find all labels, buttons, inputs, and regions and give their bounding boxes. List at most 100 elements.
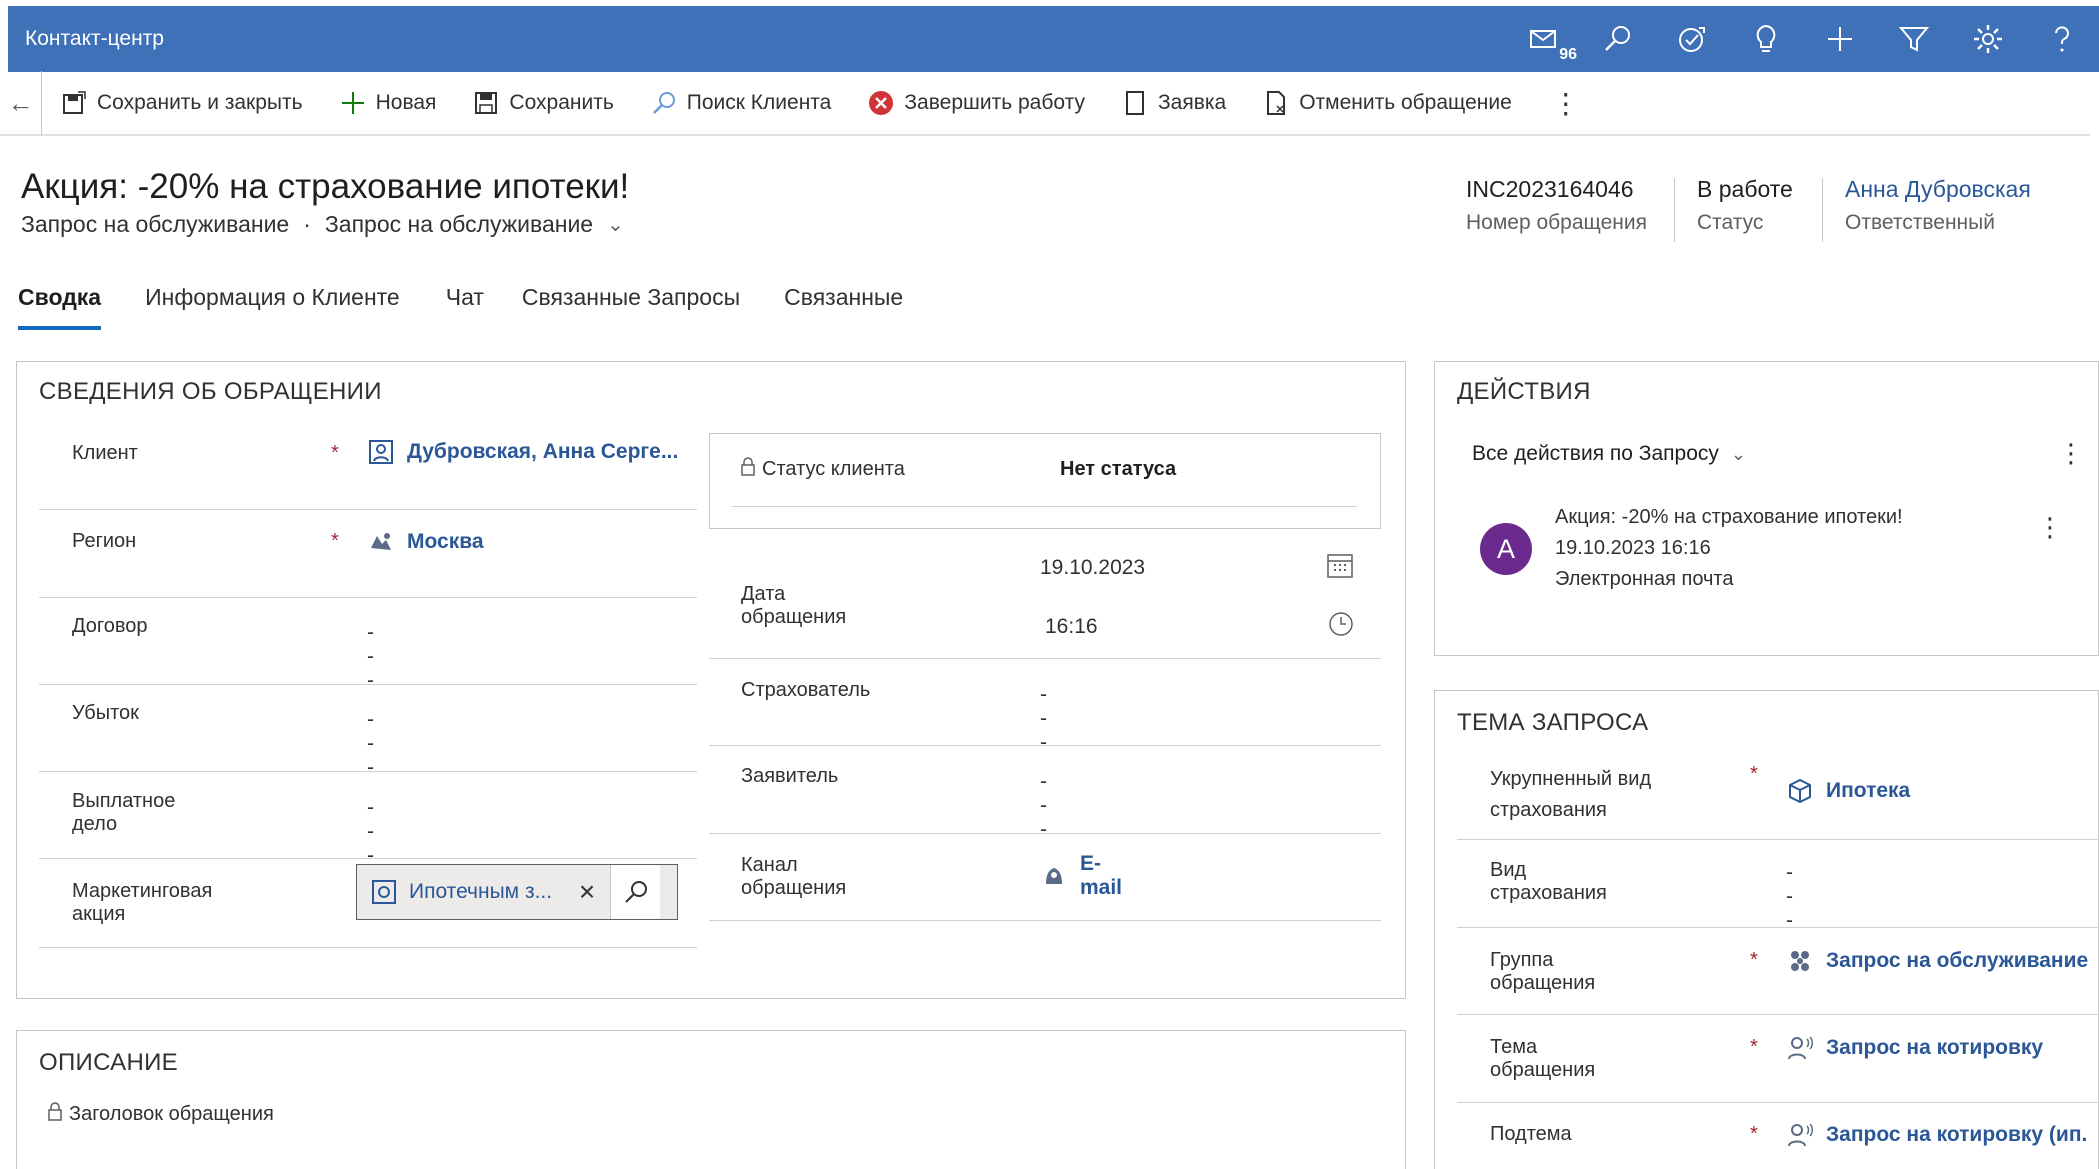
actions-filter[interactable]: Все действия по Запросу ⌄ xyxy=(1472,442,1746,466)
map-icon xyxy=(367,528,395,556)
actions-title: ДЕЙСТВИЯ xyxy=(1457,378,1591,405)
divider xyxy=(39,858,697,859)
header-divider xyxy=(1674,178,1675,242)
chevron-down-icon[interactable]: ⌄ xyxy=(607,212,624,237)
plus-icon[interactable] xyxy=(1803,6,1877,72)
clear-icon[interactable]: × xyxy=(564,865,610,919)
divider xyxy=(1457,1014,2099,1015)
divider xyxy=(1457,927,2099,928)
subtopic-label: Подтема xyxy=(1490,1123,1572,1145)
loss-value[interactable]: --- xyxy=(367,708,374,780)
tab-related-requests[interactable]: Связанные Запросы xyxy=(522,284,740,330)
required-mark: * xyxy=(1750,1036,1758,1058)
client-label: Клиент xyxy=(72,442,138,464)
marketing-label: Маркетинговая акция xyxy=(72,880,213,925)
header-number-field: INC2023164046 Номер обращения xyxy=(1466,176,1647,235)
owner-link[interactable]: Анна Дубровская xyxy=(1845,176,2031,203)
channel-lookup-value[interactable]: E-mail xyxy=(1040,852,1122,900)
more-options-icon[interactable]: ⋮ xyxy=(2058,438,2084,469)
envelope-icon[interactable]: 96 xyxy=(1507,6,1581,72)
save-close-icon xyxy=(60,89,88,117)
search-icon[interactable] xyxy=(1581,6,1655,72)
client-status-label-wrap: Статус клиента xyxy=(740,456,905,482)
separator: · xyxy=(303,211,311,237)
lightbulb-icon[interactable] xyxy=(1729,6,1803,72)
contract-value[interactable]: --- xyxy=(367,621,374,693)
more-commands-button[interactable]: ⋮ xyxy=(1530,71,1602,135)
save-and-close-button[interactable]: Сохранить и закрыть xyxy=(42,71,321,135)
group-label: Группа обращения xyxy=(1490,949,1596,994)
plus-icon xyxy=(339,89,367,117)
status-label: Статус xyxy=(1697,211,1764,234)
new-button[interactable]: Новая xyxy=(321,71,455,135)
clock-icon[interactable] xyxy=(1327,610,1355,643)
marketing-lookup-field[interactable]: Ипотечным з... × xyxy=(356,864,678,920)
divider xyxy=(39,597,697,598)
help-icon[interactable] xyxy=(2025,6,2099,72)
group-icon xyxy=(1786,947,1814,975)
type-label: Вид страхования xyxy=(1490,859,1607,904)
insurer-label: Страхователь xyxy=(741,679,871,701)
tab-related[interactable]: Связанные xyxy=(784,284,903,330)
divider xyxy=(39,771,697,772)
tab-client-info[interactable]: Информация о Клиенте xyxy=(145,284,400,330)
finish-work-button[interactable]: Завершить работу xyxy=(849,71,1103,135)
search-client-button[interactable]: Поиск Клиента xyxy=(632,71,850,135)
tab-chat[interactable]: Чат xyxy=(446,284,484,330)
cube-icon xyxy=(1786,777,1814,805)
calendar-icon[interactable] xyxy=(1325,550,1355,585)
form-selector[interactable]: Запрос на обслуживание xyxy=(325,211,593,238)
owner-label: Ответственный xyxy=(1845,211,1995,234)
app-title[interactable]: Контакт-центр xyxy=(25,27,164,51)
divider xyxy=(39,947,697,948)
tab-summary[interactable]: Сводка xyxy=(18,284,102,330)
cancel-request-button[interactable]: Отменить обращение xyxy=(1244,71,1530,135)
divider xyxy=(39,684,697,685)
marketing-lookup-value[interactable]: Ипотечным з... xyxy=(409,880,564,904)
topic-title: ТЕМА ЗАПРОСА xyxy=(1457,709,1649,736)
kind-lookup-value[interactable]: Ипотека xyxy=(1786,777,1910,805)
command-bar: ← Сохранить и закрыть Новая Сохранить По… xyxy=(0,71,2090,136)
subject-label-wrap: Заголовок обращения xyxy=(47,1101,274,1127)
activity-date: 19.10.2023 16:16 xyxy=(1555,537,1711,559)
filter-icon[interactable] xyxy=(1877,6,1951,72)
tab-bar: Сводка Информация о Клиенте Чат Связанны… xyxy=(18,284,947,330)
client-lookup-value[interactable]: Дубровская, Анна Серге... xyxy=(367,438,678,466)
divider xyxy=(1457,1102,2099,1103)
region-lookup-value[interactable]: Москва xyxy=(367,528,484,556)
back-arrow-icon[interactable]: ← xyxy=(0,71,42,135)
subject-label: Тема обращения xyxy=(1490,1036,1596,1081)
record-subtitle: Запрос на обслуживание · Запрос на обслу… xyxy=(21,211,624,238)
actions-section: ДЕЙСТВИЯ Все действия по Запросу ⌄ ⋮ A А… xyxy=(1434,361,2099,656)
record-title: Акция: -20% на страхование ипотеки! xyxy=(21,167,630,206)
number-value: INC2023164046 xyxy=(1466,176,1634,202)
applicant-value[interactable]: --- xyxy=(1040,770,1047,842)
kind-label: Укрупненный вид страхования xyxy=(1490,768,1652,821)
type-value[interactable]: --- xyxy=(1786,861,1793,933)
time-input[interactable]: 16:16 xyxy=(1045,615,1098,639)
document-icon xyxy=(1121,89,1149,117)
contact-icon xyxy=(367,438,395,466)
topic-section: ТЕМА ЗАПРОСА Укрупненный вид страхования… xyxy=(1434,690,2099,1169)
client-status-label: Статус клиента xyxy=(762,457,905,480)
search-icon[interactable] xyxy=(610,865,660,919)
request-button[interactable]: Заявка xyxy=(1103,71,1244,135)
client-status-value: Нет статуса xyxy=(1060,458,1177,480)
more-options-icon[interactable]: ⋮ xyxy=(2037,512,2063,543)
group-lookup-value[interactable]: Запрос на обслуживание xyxy=(1786,947,2088,975)
date-input[interactable]: 19.10.2023 xyxy=(1040,556,1145,580)
loss-label: Убыток xyxy=(72,702,139,724)
task-icon[interactable] xyxy=(1655,6,1729,72)
gear-icon[interactable] xyxy=(1951,6,2025,72)
number-label: Номер обращения xyxy=(1466,211,1647,234)
activity-title[interactable]: Акция: -20% на страхование ипотеки! xyxy=(1555,506,1903,529)
search-person-icon xyxy=(650,89,678,117)
date-label: Дата обращения xyxy=(741,583,847,628)
divider xyxy=(709,920,1381,921)
campaign-icon xyxy=(369,877,399,907)
save-button[interactable]: Сохранить xyxy=(454,71,631,135)
subtopic-lookup-value[interactable]: Запрос на котировку (ип. xyxy=(1786,1121,2087,1149)
subject-lookup-value[interactable]: Запрос на котировку xyxy=(1786,1034,2043,1062)
description-section: ОПИСАНИЕ Заголовок обращения xyxy=(16,1030,1406,1169)
header-owner-field: Анна Дубровская Ответственный xyxy=(1845,176,2031,235)
